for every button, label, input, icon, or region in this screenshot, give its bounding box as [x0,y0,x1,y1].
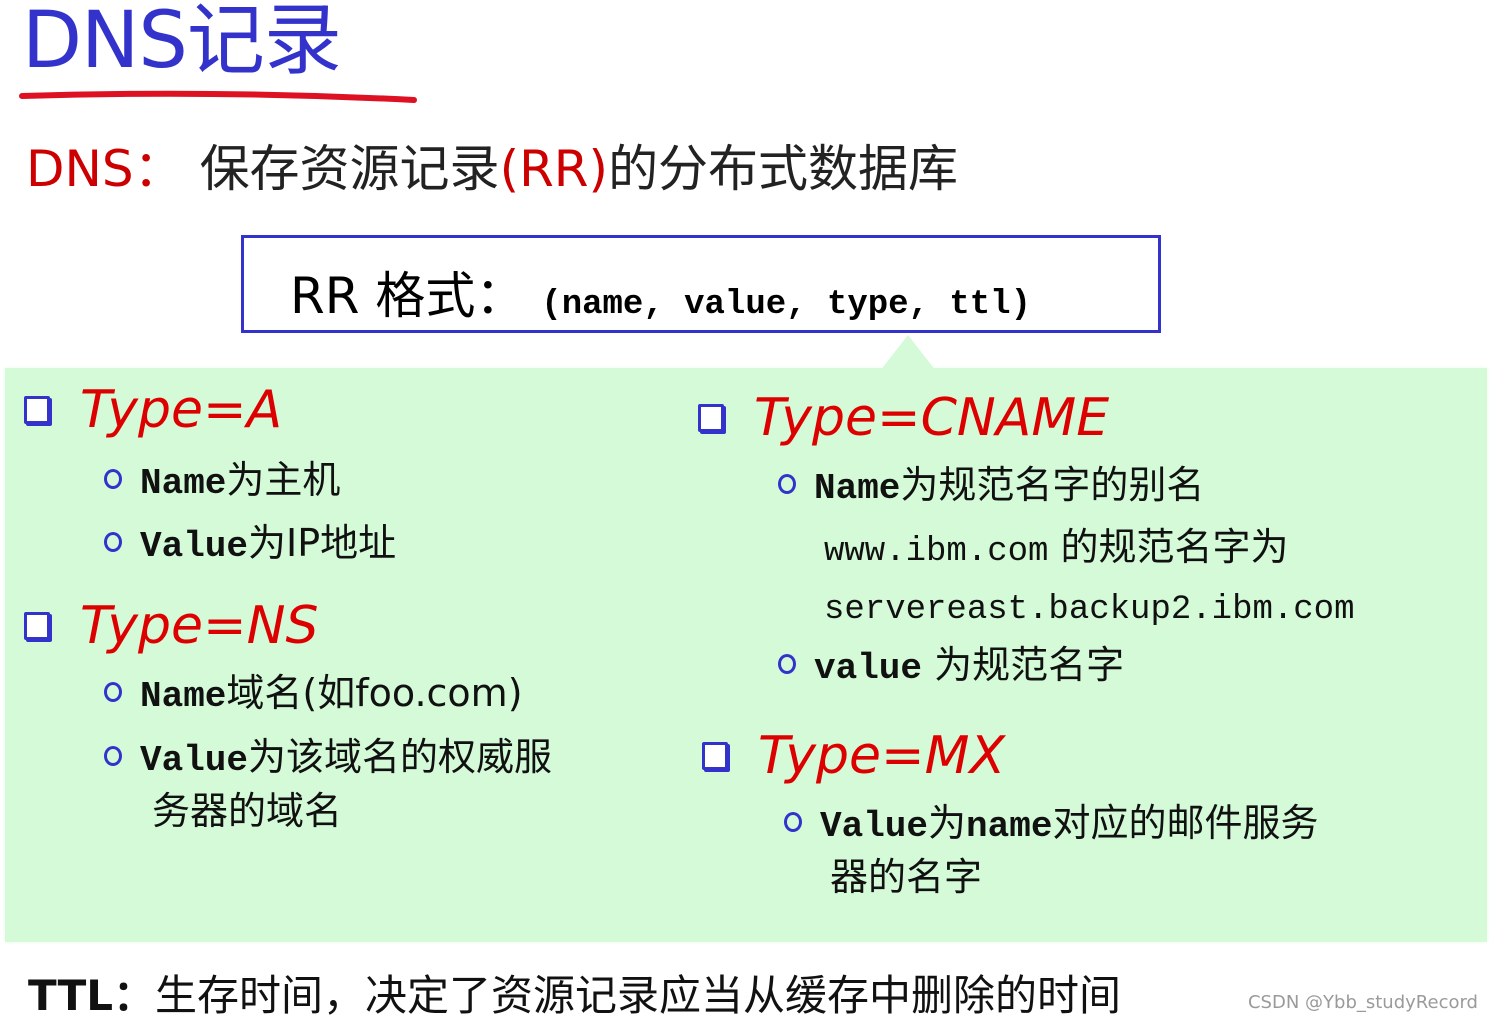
type-ns-item-name: Name域名(如foo.com) [104,668,523,722]
type-cname-title: Type=CNAME [754,388,1110,448]
rr-format-box: RR 格式： (name, value, type, ttl) [241,235,1161,333]
type-ns-item-value: Value为该域名的权威服 [104,732,552,786]
type-a-item-value: Value为IP地址 [104,518,396,572]
type-mx-title: Type=MX [758,726,1006,786]
subtitle-text1: 保存资源记录 [199,140,500,198]
subtitle-text2: 的分布式数据库 [608,140,959,198]
circle-bullet-icon [104,468,122,489]
ttl-label: TTL： [28,971,156,1020]
page-title: DNS记录 [22,0,342,86]
subtitle: DNS： 保存资源记录(RR)的分布式数据库 [26,142,958,197]
subtitle-prefix: DNS： [26,140,184,198]
square-bullet-icon [24,612,50,640]
type-cname-example-line1: www.ibm.com 的规范名字为 [824,525,1289,571]
type-ns-item-value-cont: 务器的域名 [152,789,343,833]
section-type-mx: Type=MX [702,726,1005,786]
circle-bullet-icon [104,531,122,552]
type-cname-example-line2: servereast.backup2.ibm.com [824,591,1355,629]
circle-bullet-icon [778,653,796,674]
square-bullet-icon [702,742,728,770]
circle-bullet-icon [784,811,802,832]
section-type-a: Type=A [24,380,282,440]
ttl-text: 生存时间，决定了资源记录应当从缓存中删除的时间 [155,971,1122,1020]
type-cname-item-name: Name为规范名字的别名 [778,460,1204,514]
type-a-item-name: Name为主机 [104,455,340,509]
type-cname-item-value: value 为规范名字 [778,640,1124,694]
rr-format-label: RR 格式： [290,267,526,325]
subtitle-rr: (RR) [499,140,609,198]
type-ns-title: Type=NS [80,596,319,656]
square-bullet-icon [698,404,724,432]
type-mx-item-value-cont: 器的名字 [830,855,983,899]
circle-bullet-icon [104,745,122,766]
circle-bullet-icon [104,681,122,702]
title-underline [19,90,417,103]
circle-bullet-icon [778,473,796,494]
watermark: CSDN @Ybb_studyRecord [1247,992,1478,1013]
section-type-ns: Type=NS [24,596,319,656]
ttl-line: TTL：生存时间，决定了资源记录应当从缓存中删除的时间 [28,962,1121,1023]
callout-pointer [880,335,936,371]
type-mx-item-value: Value为name对应的邮件服务 [784,798,1318,852]
rr-format-fields: (name, value, type, ttl) [541,286,1031,324]
section-type-cname: Type=CNAME [698,388,1109,448]
type-a-title: Type=A [80,380,283,440]
square-bullet-icon [24,396,50,424]
